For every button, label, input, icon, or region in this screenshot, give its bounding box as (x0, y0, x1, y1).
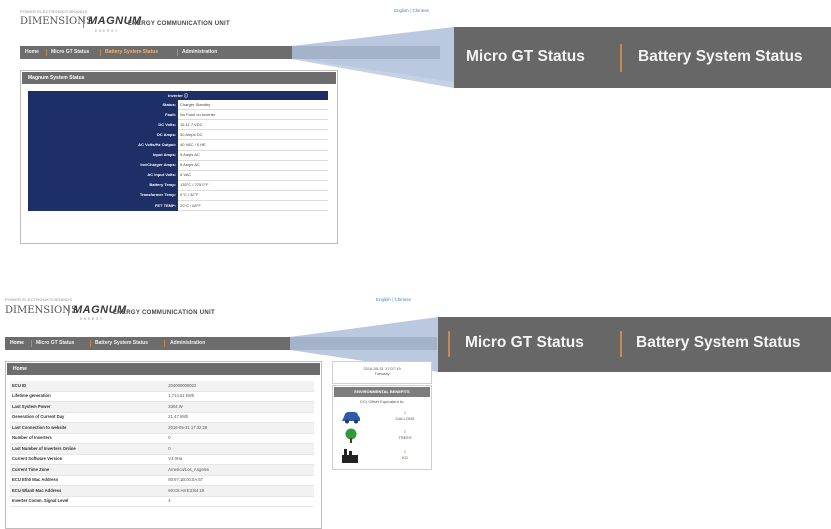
row-value: 60:C5:A8:E3:B4:19 (166, 485, 314, 497)
zoom-separator (620, 331, 622, 357)
row-value: 4 (166, 496, 314, 507)
table-row: ECU Eth0 Mac Address 80:97:1B:00:0A:57 (10, 475, 314, 486)
datetime-box: 2016-05-31 17:07:19 Tuesday (332, 361, 432, 384)
table-row: Current Software Version V4.0Ha (10, 454, 314, 465)
ecu-info-table: ECU ID 204000000022 Lifetime generation 1,… (10, 381, 314, 507)
row-value: 2016-05-31 17:32:28 (166, 422, 314, 434)
row-value: 0 (166, 443, 314, 455)
table-row: Current Time Zone America/Los_Angeles (10, 464, 314, 476)
co2-offset-text: CO₂ Offset Equivalent to: (359, 399, 405, 404)
table-row: Inverter Comm. Signal Level 4 (10, 496, 314, 507)
row-value: 21.47 kWh (166, 412, 314, 423)
row-label: Current Time Zone (10, 464, 167, 476)
table-row: Generation of Current Day 21.47 kWh (10, 412, 314, 423)
gallons-label: GALLONS (395, 416, 415, 421)
row-label: Generation of Current Day (10, 412, 167, 423)
row-label: Last Connection to website (10, 422, 167, 434)
table-row: Last Connection to website 2016-05-31 17:… (10, 422, 314, 434)
row-label: Inverter Comm. Signal Level (10, 496, 167, 507)
gallons-value: 0 (403, 410, 407, 415)
row-value: 3304 W (166, 401, 314, 413)
zoom-nav-panel-bottom: Micro GT Status Battery System Status (438, 317, 831, 372)
panel-title: Home (7, 363, 320, 375)
table-row: Number of Inverters 0 (10, 433, 314, 444)
row-label: ECU ID (10, 381, 167, 392)
row-value: 204000000022 (166, 381, 314, 392)
row-value: 1,714.51 kWh (166, 391, 314, 402)
kg-value: 0 (403, 449, 407, 454)
trees-value: 0 (403, 429, 407, 434)
zoom-separator (448, 331, 450, 357)
table-row: ECU ID 204000000022 (10, 381, 314, 392)
trees-label: TREES (398, 435, 412, 440)
row-label: Last Number of Inverters Online (10, 443, 167, 455)
env-benefits-title: ENVIRONMENTAL BENEFITS (334, 387, 430, 397)
row-value: America/Los_Angeles (166, 464, 314, 476)
zoom-label-battery-system-status: Battery System Status (636, 334, 801, 351)
row-value: V4.0Ha (166, 454, 314, 465)
table-row: Last Number of Inverters Online 0 (10, 443, 314, 455)
tree-icon (345, 428, 357, 443)
factory-icon (342, 449, 358, 463)
row-value: 80:97:1B:00:0A:57 (166, 475, 314, 486)
weekday-text: Tuesday (374, 371, 390, 376)
table-row: Lifetime generation 1,714.51 kWh (10, 391, 314, 402)
row-label: Last System Power (10, 401, 167, 413)
table-row: ECU Wlan0 Mac Address 60:C5:A8:E3:B4:19 (10, 485, 314, 497)
row-label: ECU Wlan0 Mac Address (10, 485, 167, 497)
car-icon (342, 412, 360, 424)
table-row: Last System Power 3304 W (10, 401, 314, 413)
row-value: 0 (166, 433, 314, 444)
row-label: Lifetime generation (10, 391, 167, 402)
zoom-label-micro-gt-status: Micro GT Status (465, 334, 584, 351)
environmental-benefits-box: ENVIRONMENTAL BENEFITS CO₂ Offset Equiva… (332, 385, 432, 470)
row-label: ECU Eth0 Mac Address (10, 475, 167, 486)
kg-label: KG (402, 455, 408, 460)
row-label: Current Software Version (10, 454, 167, 465)
row-label: Number of Inverters (10, 433, 167, 444)
